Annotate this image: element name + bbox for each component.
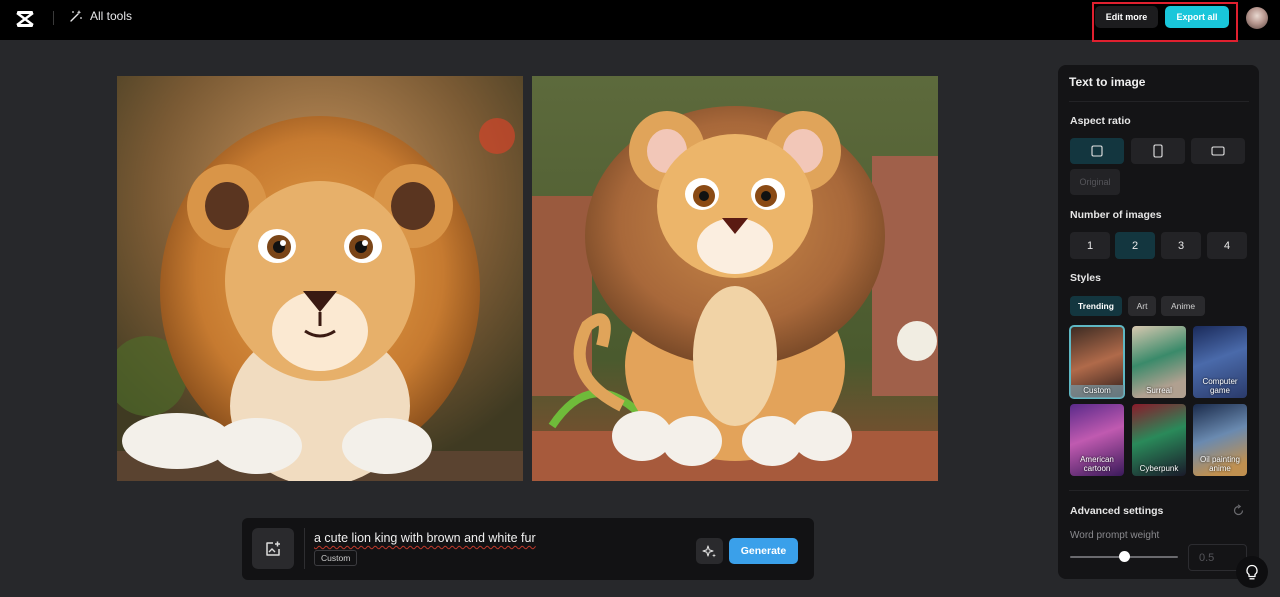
style-computer-game[interactable]: Computer game	[1193, 326, 1247, 398]
style-surreal[interactable]: Surreal	[1132, 326, 1186, 398]
prompt-bar: a cute lion king with brown and white fu…	[242, 518, 814, 580]
style-custom[interactable]: Custom	[1069, 325, 1125, 399]
top-divider	[53, 11, 54, 25]
landscape-icon	[1211, 146, 1225, 156]
number-option-3[interactable]: 3	[1161, 232, 1201, 259]
generated-image-1[interactable]	[117, 76, 523, 481]
number-option-4[interactable]: 4	[1207, 232, 1247, 259]
number-option-2[interactable]: 2	[1115, 232, 1155, 259]
word-prompt-weight-label: Word prompt weight	[1070, 530, 1160, 541]
aspect-portrait-button[interactable]	[1131, 138, 1185, 164]
style-label: American cartoon	[1080, 455, 1114, 473]
style-label: Custom	[1070, 384, 1124, 398]
aspect-landscape-button[interactable]	[1191, 138, 1245, 164]
style-american-cartoon[interactable]: American cartoon	[1070, 404, 1124, 476]
prompt-divider	[304, 528, 305, 569]
number-of-images-label: Number of images	[1070, 209, 1162, 221]
style-label: Computer game	[1202, 377, 1238, 395]
upload-image-icon	[266, 541, 280, 556]
magic-wand-icon	[70, 10, 82, 22]
all-tools-label: All tools	[90, 9, 133, 23]
generate-button[interactable]: Generate	[729, 538, 798, 564]
portrait-icon	[1153, 144, 1163, 158]
tab-anime[interactable]: Anime	[1161, 296, 1205, 316]
lightbulb-icon	[1246, 564, 1258, 579]
all-tools-button[interactable]: All tools	[69, 9, 132, 23]
square-icon	[1091, 145, 1103, 157]
advanced-settings-label: Advanced settings	[1070, 505, 1164, 517]
lion-image-1	[117, 76, 523, 481]
text-to-image-panel: Text to image Aspect ratio Original Numb…	[1058, 65, 1259, 579]
prompt-text: a cute lion king with brown and white fu…	[314, 531, 536, 545]
aspect-original-button[interactable]: Original	[1070, 169, 1120, 195]
sparkle-icon	[702, 544, 716, 557]
style-cyberpunk[interactable]: Cyberpunk	[1132, 404, 1186, 476]
lion-image-2	[532, 76, 938, 481]
panel-divider	[1069, 490, 1249, 491]
panel-divider	[1069, 101, 1249, 102]
aspect-square-button[interactable]	[1070, 138, 1124, 164]
upload-image-button[interactable]	[252, 528, 294, 569]
export-all-button[interactable]: Export all	[1165, 6, 1229, 28]
prompt-input[interactable]: a cute lion king with brown and white fu…	[314, 531, 536, 545]
slider-handle[interactable]	[1119, 551, 1130, 562]
style-chip[interactable]: Custom	[314, 550, 358, 566]
style-label: Oil painting anime	[1199, 455, 1241, 473]
styles-label: Styles	[1070, 272, 1101, 284]
avatar[interactable]	[1246, 7, 1268, 29]
edit-more-button[interactable]: Edit more	[1095, 6, 1158, 28]
magic-prompt-button[interactable]	[696, 538, 723, 564]
style-label: Cyberpunk	[1139, 463, 1179, 473]
panel-title: Text to image	[1069, 75, 1146, 89]
capcut-logo-icon[interactable]	[15, 9, 35, 29]
tips-button[interactable]	[1236, 556, 1268, 588]
reset-icon[interactable]	[1232, 504, 1245, 517]
style-label: Surreal	[1146, 385, 1172, 395]
generated-image-2[interactable]	[532, 76, 938, 481]
tab-art[interactable]: Art	[1128, 296, 1156, 316]
number-option-1[interactable]: 1	[1070, 232, 1110, 259]
aspect-ratio-label: Aspect ratio	[1070, 115, 1131, 127]
style-oil-painting-anime[interactable]: Oil painting anime	[1193, 404, 1247, 476]
top-bar: All tools Edit more Export all	[0, 0, 1280, 42]
tab-trending[interactable]: Trending	[1070, 296, 1122, 316]
